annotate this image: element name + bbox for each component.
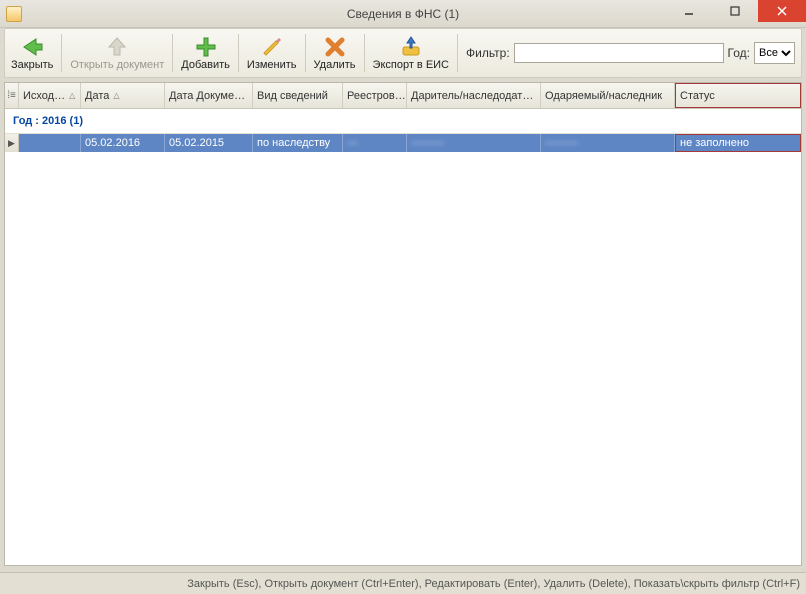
cell-status: не заполнено <box>675 134 801 152</box>
cell-doc-date: 05.02.2015 <box>165 134 253 152</box>
grid-header: ⁞≡ Исход…△ Дата△ Дата Докуме… Вид сведен… <box>5 83 801 109</box>
group-row[interactable]: Год : 2016 (1) <box>5 109 801 134</box>
cell-registry: — <box>343 134 407 152</box>
titlebar: Сведения в ФНС (1) <box>0 0 806 28</box>
col-donor[interactable]: Даритель/наследодат… <box>407 83 541 108</box>
data-grid: ⁞≡ Исход…△ Дата△ Дата Докуме… Вид сведен… <box>4 82 802 566</box>
maximize-button[interactable] <box>712 0 758 22</box>
delete-x-icon <box>323 35 347 59</box>
close-button[interactable]: Закрыть <box>5 29 59 77</box>
col-outgoing[interactable]: Исход…△ <box>19 83 81 108</box>
filter-group: Фильтр: Год: Все <box>466 42 795 64</box>
sort-asc-icon: △ <box>69 91 75 100</box>
col-date[interactable]: Дата△ <box>81 83 165 108</box>
column-chooser-icon[interactable]: ⁞≡ <box>5 83 19 108</box>
col-recipient[interactable]: Одаряемый/наследник <box>541 83 675 108</box>
year-label: Год: <box>728 46 750 60</box>
group-label: Год : 2016 (1) <box>13 115 83 127</box>
cell-recipient: ——— <box>541 134 675 152</box>
row-indicator-icon: ▶ <box>5 134 19 152</box>
add-label: Добавить <box>181 59 230 71</box>
filter-input[interactable] <box>514 43 724 63</box>
window-buttons <box>666 0 806 27</box>
edit-button[interactable]: Изменить <box>241 29 303 77</box>
export-button[interactable]: Экспорт в ЕИС <box>367 29 455 77</box>
col-type[interactable]: Вид сведений <box>253 83 343 108</box>
app-icon <box>6 6 22 22</box>
cell-donor: ——— <box>407 134 541 152</box>
minimize-button[interactable] <box>666 0 712 22</box>
filter-label: Фильтр: <box>466 46 510 60</box>
open-doc-label: Открыть документ <box>70 59 164 71</box>
close-button-label: Закрыть <box>11 59 53 71</box>
export-label: Экспорт в ЕИС <box>373 59 449 71</box>
year-select[interactable]: Все <box>754 42 795 64</box>
arrow-up-icon <box>105 35 129 59</box>
add-button[interactable]: Добавить <box>175 29 236 77</box>
delete-button[interactable]: Удалить <box>308 29 362 77</box>
col-status[interactable]: Статус <box>675 83 801 108</box>
plus-icon <box>194 35 218 59</box>
sort-asc-icon: △ <box>113 91 119 100</box>
export-icon <box>399 35 423 59</box>
cell-type: по наследству <box>253 134 343 152</box>
cell-outgoing <box>19 134 81 152</box>
table-row[interactable]: 05.02.2016 05.02.2015 по наследству — ——… <box>19 134 801 152</box>
status-bar: Закрыть (Esc), Открыть документ (Ctrl+En… <box>0 572 806 594</box>
toolbar: Закрыть Открыть документ Добавить Измени… <box>4 28 802 78</box>
status-text: Закрыть (Esc), Открыть документ (Ctrl+En… <box>187 578 800 590</box>
close-window-button[interactable] <box>758 0 806 22</box>
arrow-left-icon <box>20 35 44 59</box>
cell-date: 05.02.2016 <box>81 134 165 152</box>
col-doc-date[interactable]: Дата Докуме… <box>165 83 253 108</box>
open-doc-button[interactable]: Открыть документ <box>64 29 170 77</box>
col-registry[interactable]: Реестров… <box>343 83 407 108</box>
delete-label: Удалить <box>314 59 356 71</box>
edit-label: Изменить <box>247 59 297 71</box>
pencil-icon <box>260 35 284 59</box>
